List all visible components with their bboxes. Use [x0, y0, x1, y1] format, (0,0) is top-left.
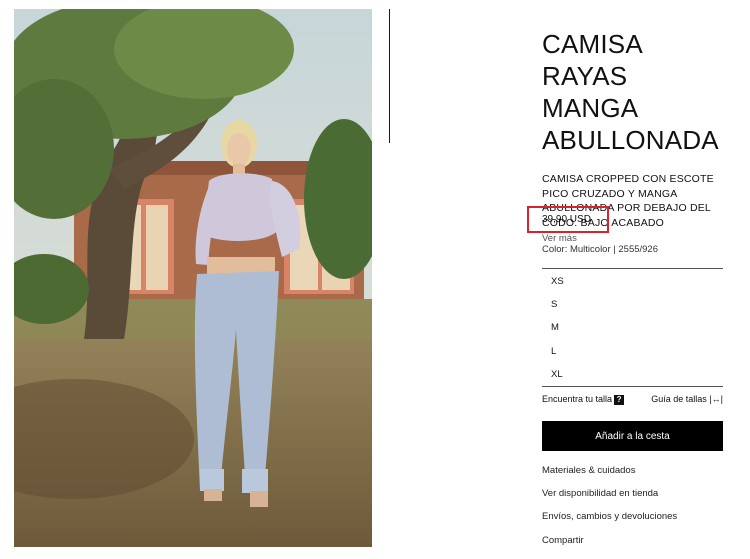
- size-option-xl[interactable]: XL: [542, 363, 723, 386]
- find-size-link[interactable]: Encuentra tu talla?: [542, 394, 625, 405]
- color-reference: Color: Multicolor | 2555/926: [542, 244, 658, 255]
- add-to-cart-button[interactable]: Añadir a la cesta: [542, 421, 723, 451]
- size-option-l[interactable]: L: [542, 340, 723, 363]
- product-photo[interactable]: [14, 9, 372, 547]
- product-title: CAMISA RAYAS MANGA ABULLONADA: [542, 29, 719, 155]
- product-links: Materiales & cuidados Ver disponibilidad…: [542, 465, 677, 558]
- store-availability-link[interactable]: Ver disponibilidad en tienda: [542, 488, 677, 511]
- ruler-icon: |↔|: [709, 394, 723, 404]
- see-more-link[interactable]: Ver más: [542, 233, 723, 244]
- size-guide-link[interactable]: Guía de tallas |↔|: [651, 394, 723, 405]
- materials-care-link[interactable]: Materiales & cuidados: [542, 465, 677, 488]
- size-option-xs[interactable]: XS: [542, 270, 723, 293]
- size-selector: XS S M L XL: [542, 268, 723, 387]
- model-photo-illustration: [14, 9, 372, 547]
- size-option-s[interactable]: S: [542, 293, 723, 316]
- product-price: 39,90 USD: [542, 214, 591, 225]
- vertical-divider: [389, 9, 390, 143]
- size-option-m[interactable]: M: [542, 316, 723, 339]
- price-highlight: 39,90 USD: [527, 206, 609, 233]
- shipping-returns-link[interactable]: Envíos, cambios y devoluciones: [542, 511, 677, 534]
- question-icon: ?: [614, 394, 625, 405]
- share-link[interactable]: Compartir: [542, 535, 677, 558]
- size-helpers: Encuentra tu talla? Guía de tallas |↔|: [542, 394, 723, 405]
